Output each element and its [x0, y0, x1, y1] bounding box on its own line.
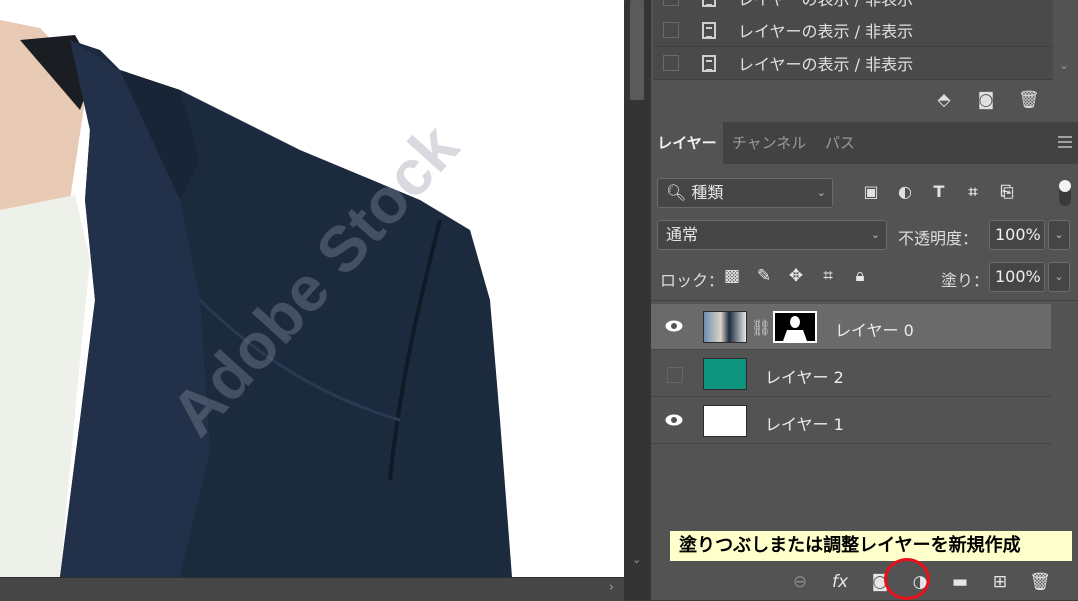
jacket-image: Adobe Stock	[0, 20, 512, 577]
tooltip: 塗りつぶしまたは調整レイヤーを新規作成	[669, 530, 1073, 562]
fill-input[interactable]: 100% ⌄	[989, 262, 1070, 292]
history-state-icon	[702, 21, 716, 39]
layer-row-1[interactable]: レイヤー 1	[651, 398, 1051, 444]
layer-filter-row: 🔍︎ 種類 ⌄ ▣ ◐ T ⌗ ⎘	[657, 178, 1077, 210]
chevron-down-icon: ⌄	[816, 186, 826, 199]
new-document-from-state-icon[interactable]: ⬘	[934, 90, 954, 110]
fill-dropdown-icon[interactable]: ⌄	[1048, 262, 1070, 292]
trash-icon[interactable]: 🗑	[1018, 90, 1040, 110]
history-row-label: レイヤーの表示 / 非表示	[738, 0, 913, 10]
scroll-right-icon[interactable]: ›	[609, 580, 614, 595]
smart-object-filter-icon[interactable]: ⎘	[997, 182, 1017, 202]
visibility-checkbox[interactable]	[667, 367, 683, 383]
layer-thumbnail[interactable]	[703, 358, 747, 390]
lock-artboard-icon[interactable]: ⌗	[819, 266, 837, 286]
camera-icon[interactable]: ◙	[976, 90, 996, 110]
search-icon: 🔍︎	[666, 183, 687, 202]
mask-link-icon[interactable]: ⛓	[751, 318, 771, 337]
layer-thumbnail[interactable]	[703, 405, 747, 437]
horizontal-scrollbar[interactable]: ›	[0, 577, 624, 601]
new-layer-icon[interactable]: ⊞	[988, 569, 1012, 595]
opacity-label: 不透明度：	[898, 229, 979, 248]
blend-mode-label: 通常	[666, 225, 699, 244]
layer-thumbnail[interactable]	[703, 311, 747, 343]
history-row-label: レイヤーの表示 / 非表示	[738, 55, 914, 74]
type-filter-icon[interactable]: T	[929, 182, 949, 202]
history-row[interactable]: レイヤーの表示 / 非表示	[653, 47, 1053, 80]
fx-icon[interactable]: fx	[828, 569, 852, 595]
filter-kind-label: 種類	[691, 183, 724, 202]
lock-label: ロック：	[660, 271, 725, 290]
filter-toggle[interactable]	[1059, 180, 1071, 206]
mask-silhouette	[783, 316, 807, 341]
tab-channels[interactable]: チャンネル	[725, 122, 813, 164]
history-row-label: レイヤーの表示 / 非表示	[738, 22, 914, 41]
panel-menu-icon[interactable]	[1058, 136, 1072, 151]
opacity-value: 100%	[995, 225, 1041, 244]
layer-mask-thumbnail[interactable]	[773, 311, 817, 343]
history-state-icon	[702, 54, 716, 72]
lock-position-icon[interactable]: ✥	[787, 266, 805, 286]
scrollbar-thumb[interactable]	[630, 0, 644, 100]
vertical-scrollbar[interactable]: ⌄	[624, 0, 651, 600]
link-layers-icon[interactable]: ⊖	[788, 569, 812, 595]
fill-label: 塗り：	[941, 271, 990, 290]
layer-name[interactable]: レイヤー 0	[835, 317, 914, 341]
history-scroll-down-icon[interactable]: ⌄	[1059, 58, 1069, 72]
tab-layers[interactable]: レイヤー	[651, 122, 723, 164]
fill-value: 100%	[995, 267, 1041, 286]
history-checkbox[interactable]	[663, 55, 679, 71]
history-row[interactable]: レイヤーの表示 / 非表示	[653, 14, 1053, 47]
history-checkbox[interactable]	[663, 0, 679, 6]
scroll-down-icon[interactable]: ⌄	[632, 553, 641, 566]
pixel-filter-icon[interactable]: ▣	[861, 182, 881, 202]
group-folder-icon[interactable]: ▬	[948, 569, 972, 595]
adjustment-filter-icon[interactable]: ◐	[895, 182, 915, 202]
eye-icon[interactable]	[665, 320, 683, 332]
opacity-input[interactable]: 100% ⌄	[989, 220, 1070, 250]
eye-icon[interactable]	[665, 414, 683, 426]
filter-kind-select[interactable]: 🔍︎ 種類 ⌄	[657, 178, 833, 208]
divider	[651, 300, 1078, 301]
tab-paths[interactable]: パス	[815, 122, 865, 164]
layer-name[interactable]: レイヤー 1	[765, 411, 844, 435]
right-panel: レイヤーの表示 / 非表示 レイヤーの表示 / 非表示 レイヤーの表示 / 非表…	[651, 0, 1078, 600]
history-state-icon	[702, 0, 716, 7]
blend-mode-select[interactable]: 通常 ⌄	[657, 220, 887, 250]
blend-row: 通常 ⌄ 不透明度： 100% ⌄	[657, 220, 1077, 252]
chevron-down-icon: ⌄	[870, 228, 880, 241]
layers-panel-tabs: レイヤー チャンネル パス	[651, 122, 1078, 164]
opacity-dropdown-icon[interactable]: ⌄	[1048, 220, 1070, 250]
lock-image-pixels-icon[interactable]: ✎	[755, 266, 773, 286]
layer-name[interactable]: レイヤー 2	[765, 364, 844, 388]
document-canvas[interactable]: Adobe Stock	[0, 0, 624, 577]
history-panel: レイヤーの表示 / 非表示 レイヤーの表示 / 非表示 レイヤーの表示 / 非表…	[651, 0, 1078, 118]
history-checkbox[interactable]	[663, 22, 679, 38]
highlight-circle	[884, 558, 930, 600]
layer-row-2[interactable]: レイヤー 2	[651, 351, 1051, 397]
shape-filter-icon[interactable]: ⌗	[963, 182, 983, 202]
lock-all-icon[interactable]: 🔒︎	[851, 266, 869, 286]
history-row[interactable]: レイヤーの表示 / 非表示	[653, 0, 1053, 15]
layer-row-0[interactable]: ⛓ レイヤー 0	[651, 304, 1051, 350]
trash-icon[interactable]: 🗑	[1028, 569, 1052, 595]
lock-row: ロック： ▩ ✎ ✥ ⌗ 🔒︎ 塗り： 100% ⌄	[657, 262, 1077, 294]
lock-transparent-pixels-icon[interactable]: ▩	[723, 266, 741, 286]
layers-bottom-toolbar: ⊖ fx ◙ ◑ ▬ ⊞ 🗑	[651, 565, 1078, 600]
